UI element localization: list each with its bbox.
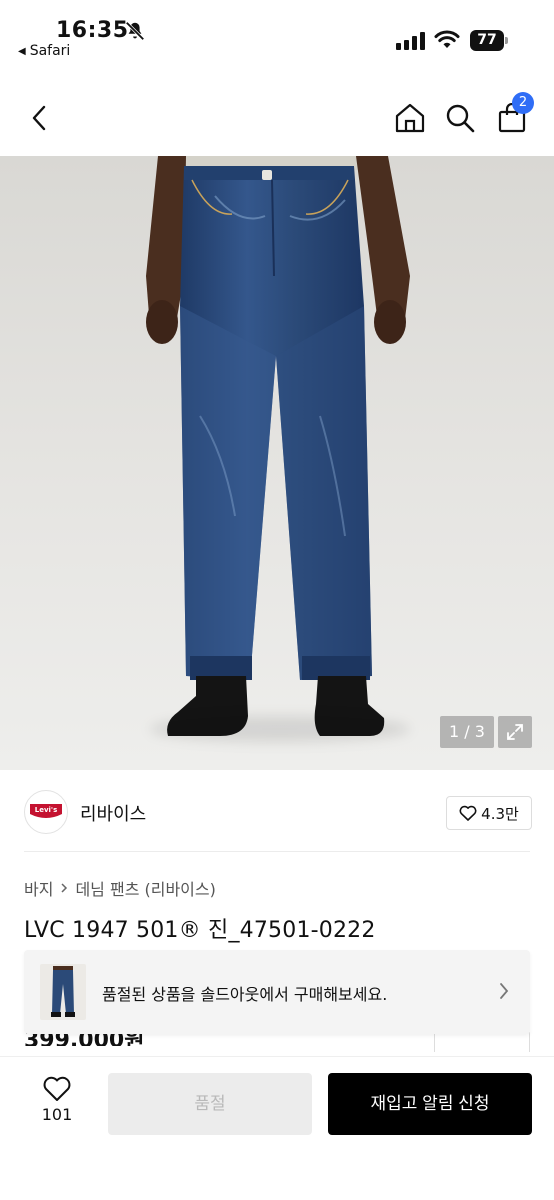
chevron-right-icon [500, 983, 509, 999]
search-icon [446, 104, 475, 133]
back-triangle-icon: ◀ [18, 45, 26, 57]
expand-image-button[interactable] [498, 716, 532, 748]
divider [24, 851, 530, 852]
battery-level: 77 [470, 30, 504, 51]
cellular-signal-icon [396, 32, 425, 50]
svg-text:Levi's: Levi's [35, 806, 57, 814]
home-button[interactable] [392, 100, 428, 136]
expand-icon [507, 724, 523, 740]
brand-logo[interactable]: Levi's [24, 790, 68, 834]
back-app-label: Safari [29, 43, 71, 59]
soldout-button: 품절 [108, 1073, 312, 1135]
heart-outline-icon [459, 805, 477, 821]
status-bar: 16:35 ◀ Safari 77 [0, 0, 554, 70]
cart-count-badge: 2 [512, 92, 534, 114]
image-counter: 1 / 3 [440, 716, 494, 748]
brand-like-count: 4.3만 [481, 804, 519, 823]
banner-thumbnail [40, 964, 86, 1020]
top-nav: 2 [0, 88, 554, 152]
levis-logo-icon: Levi's [30, 804, 62, 818]
chevron-left-icon [32, 105, 46, 131]
wish-button[interactable]: 101 [30, 1075, 84, 1124]
battery-icon: 77 [470, 30, 508, 51]
wish-count: 101 [41, 1105, 73, 1124]
restock-alert-button[interactable]: 재입고 알림 신청 [328, 1073, 532, 1135]
search-button[interactable] [442, 100, 478, 136]
chevron-right-icon [61, 883, 68, 893]
brand-name[interactable]: 리바이스 [80, 800, 146, 826]
back-to-app[interactable]: ◀ Safari [18, 43, 70, 59]
jeans-photo [146, 156, 410, 736]
product-image[interactable] [0, 156, 554, 770]
status-time: 16:35 [56, 18, 129, 43]
soldout-banner-text: 품절된 상품을 솔드아웃에서 구매해보세요. [102, 985, 388, 1004]
cart-button[interactable]: 2 [494, 92, 534, 136]
product-title: LVC 1947 501® 진_47501-0222 [24, 918, 376, 943]
home-icon [395, 103, 425, 133]
heart-outline-icon [43, 1076, 71, 1101]
soldout-banner[interactable]: 품절된 상품을 솔드아웃에서 구매해보세요. [24, 950, 530, 1034]
bell-slash-icon [125, 21, 145, 41]
breadcrumb-subcategory[interactable]: 데님 팬츠 (리바이스) [75, 876, 215, 900]
breadcrumb: 바지 데님 팬츠 (리바이스) [24, 876, 216, 900]
bottom-action-bar: 101 품절 재입고 알림 신청 [0, 1056, 554, 1200]
wifi-icon [434, 30, 460, 48]
brand-row[interactable]: Levi's 리바이스 4.3만 [0, 784, 554, 840]
breadcrumb-category[interactable]: 바지 [24, 876, 53, 900]
brand-like-button[interactable]: 4.3만 [446, 796, 532, 830]
back-button[interactable] [22, 100, 58, 136]
